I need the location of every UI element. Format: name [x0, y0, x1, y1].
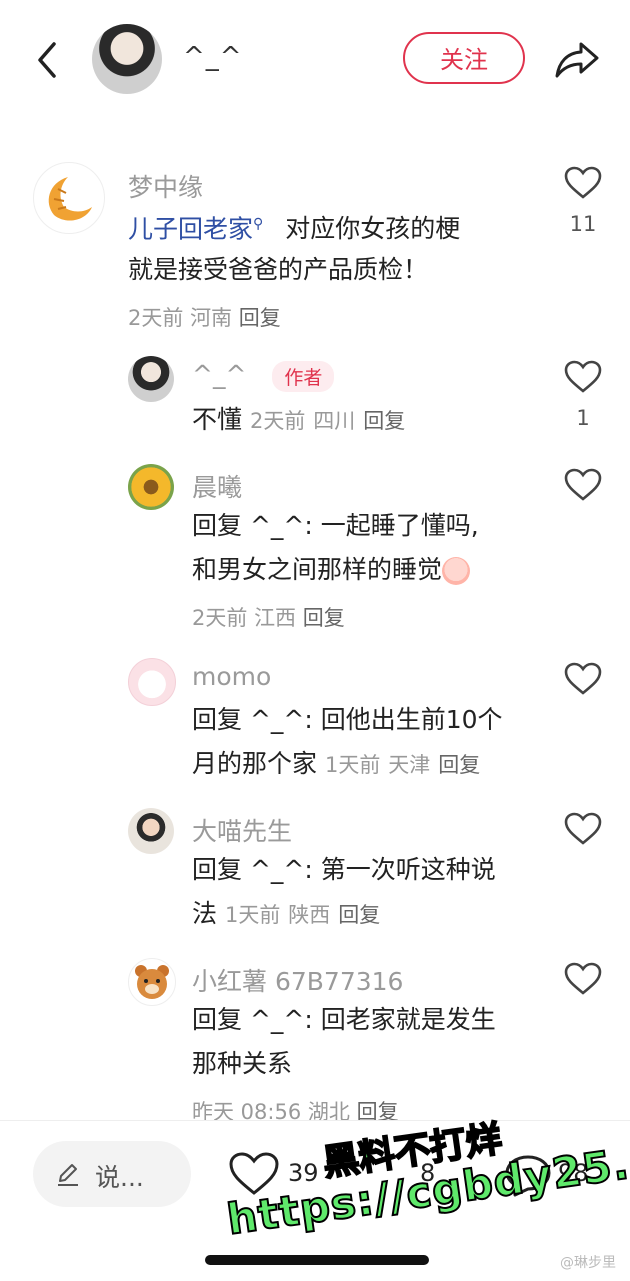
reply-text: 和男女之间那样的睡觉: [192, 555, 443, 584]
comment-time: 2天前: [128, 306, 184, 330]
reply-text: 不懂: [192, 405, 243, 434]
comment-text-part: 对应你女孩的梗: [285, 214, 461, 244]
reply-username-text[interactable]: ^_^: [192, 360, 246, 389]
reply-text-line1: 回复 ^_^: 一起睡了懂吗,: [192, 511, 479, 540]
like-heart-icon[interactable]: [564, 812, 602, 846]
reply-button[interactable]: 回复: [338, 903, 380, 927]
home-indicator: [205, 1255, 429, 1265]
reply-time: 2天前: [192, 606, 248, 630]
user-avatar[interactable]: [128, 356, 174, 402]
reply-location: 天津: [388, 753, 431, 777]
reply-text: 月的那个家: [192, 749, 318, 778]
topic-link[interactable]: 儿子回老家: [128, 214, 253, 243]
follow-button[interactable]: 关注: [403, 32, 525, 84]
reply-text-line1: 回复 ^_^: 第一次听这种说: [192, 855, 496, 884]
comment-text-line2: 就是接受爸爸的产品质检！: [128, 255, 429, 284]
reply-text-line1: 回复 ^_^: 回他出生前10个: [192, 705, 503, 734]
comment-username[interactable]: 梦中缘: [128, 168, 203, 204]
like-heart-icon[interactable]: [564, 468, 602, 502]
reply-username[interactable]: ^_^ 作者: [192, 360, 335, 392]
comment-location: 河南: [190, 306, 233, 330]
like-count: 1: [576, 406, 590, 430]
top-bar: ^_^ 关注: [0, 0, 630, 120]
reply-location: 陕西: [288, 903, 331, 927]
reply-meta: 2天前 江西 回复: [192, 602, 345, 632]
reply-username[interactable]: 小红薯 67B77316: [192, 962, 403, 998]
weibo-watermark: @琳步里: [560, 1255, 616, 1271]
author-badge: 作者: [272, 360, 335, 392]
reply-button[interactable]: 回复: [363, 409, 405, 433]
comment-text: 儿子回老家⚲ 对应你女孩的梗: [128, 202, 460, 251]
like-heart-icon[interactable]: [564, 662, 602, 696]
user-avatar[interactable]: [128, 958, 176, 1006]
reply-time: 1天前: [224, 903, 281, 927]
share-icon[interactable]: [553, 38, 601, 82]
search-icon: ⚲: [253, 216, 264, 232]
crying-face-icon: [442, 557, 471, 585]
reply-button[interactable]: 回复: [438, 753, 480, 777]
reply-time: 2天前: [249, 409, 306, 433]
like-count: 11: [569, 212, 597, 236]
reply-text-line: 不懂 2天前 四川 回复: [192, 398, 405, 443]
reply-username[interactable]: momo: [192, 662, 271, 691]
reply-text-line2: 和男女之间那样的睡觉: [192, 548, 471, 592]
reply-text-line1: 回复 ^_^: 回老家就是发生: [192, 1005, 496, 1034]
user-avatar[interactable]: [33, 162, 105, 234]
reply-text-line2: 月的那个家 1天前 天津 回复: [192, 742, 480, 787]
like-heart-icon[interactable]: [564, 166, 602, 200]
reply-location: 江西: [254, 606, 297, 630]
reply-button[interactable]: 回复: [303, 606, 345, 630]
back-arrow-icon[interactable]: [28, 38, 68, 82]
comment-input[interactable]: 说...: [33, 1141, 191, 1207]
comment-meta: 2天前 河南 回复: [128, 302, 281, 332]
reply-text-line2: 那种关系: [192, 1049, 293, 1078]
user-avatar[interactable]: [128, 808, 174, 854]
bear-icon: [135, 965, 169, 999]
reply-time: 1天前: [324, 753, 381, 777]
user-avatar[interactable]: [128, 464, 174, 510]
pen-icon: [58, 1164, 78, 1186]
reply-location: 四川: [313, 409, 356, 433]
like-heart-icon[interactable]: [564, 360, 602, 394]
croissant-icon: [48, 177, 92, 221]
comment-input-placeholder: 说...: [95, 1163, 144, 1192]
like-heart-icon[interactable]: [564, 962, 602, 996]
reply-text-line2: 法 1天前 陕西 回复: [192, 892, 380, 937]
reply-button[interactable]: 回复: [239, 306, 281, 330]
reply-username[interactable]: 大喵先生: [192, 812, 292, 848]
author-avatar[interactable]: [92, 24, 162, 94]
reply-username[interactable]: 晨曦: [192, 468, 242, 504]
author-name[interactable]: ^_^: [183, 42, 243, 72]
user-avatar[interactable]: [128, 658, 176, 706]
reply-text: 法: [192, 899, 218, 928]
